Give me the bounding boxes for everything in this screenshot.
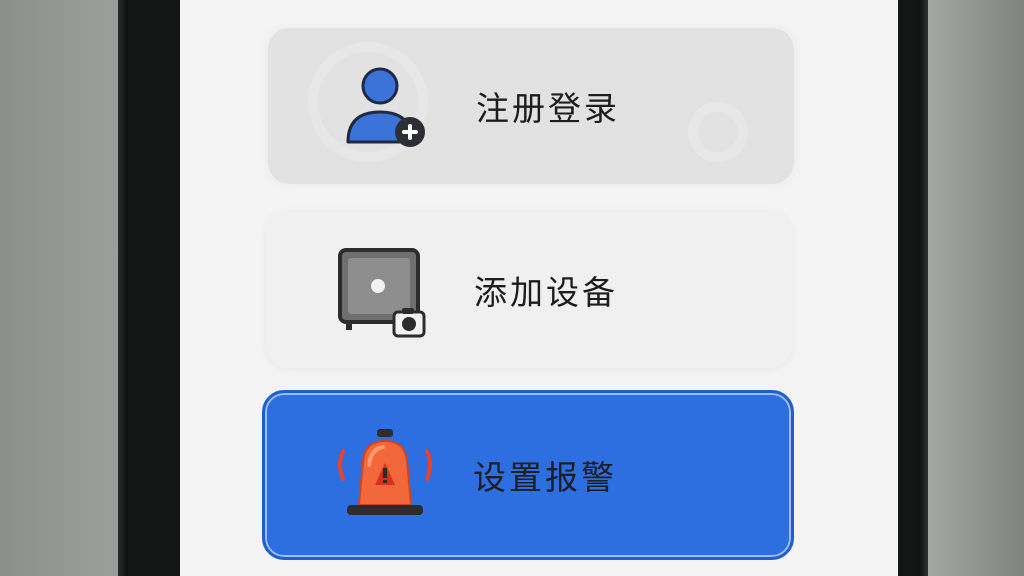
register-login-label: 注册登录 bbox=[476, 89, 620, 128]
add-user-icon bbox=[334, 56, 434, 156]
background-decoration bbox=[688, 102, 748, 162]
phone-edge-right bbox=[918, 0, 928, 576]
add-device-button[interactable]: 添加设备 bbox=[266, 212, 792, 368]
phone-edge-left bbox=[118, 0, 128, 576]
set-alarm-label: 设置报警 bbox=[473, 458, 617, 497]
device-camera-icon bbox=[332, 240, 432, 340]
alarm-siren-icon bbox=[335, 425, 435, 525]
register-login-button[interactable]: 注册登录 bbox=[268, 28, 794, 184]
set-alarm-button[interactable]: 设置报警 bbox=[262, 390, 794, 560]
add-device-label: 添加设备 bbox=[474, 273, 618, 312]
